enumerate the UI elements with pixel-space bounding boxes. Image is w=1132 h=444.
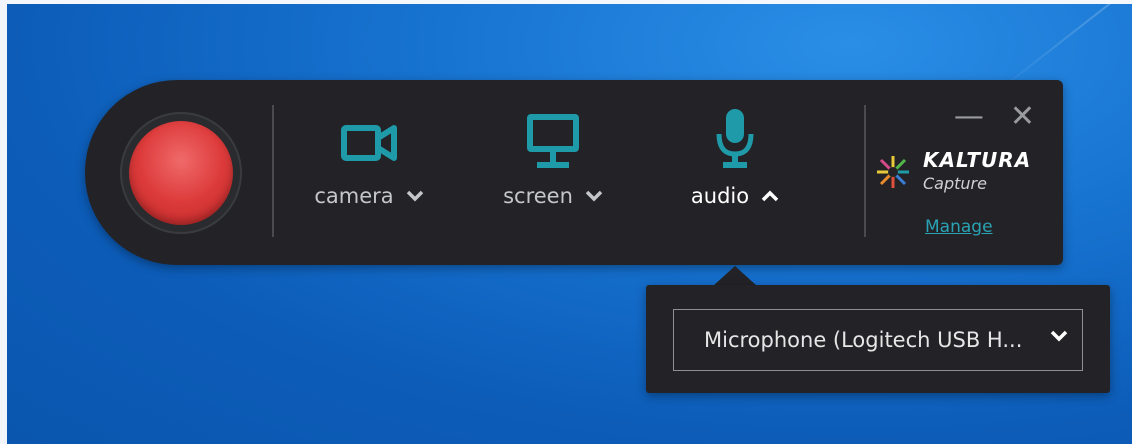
screen-source[interactable]: screen (478, 114, 628, 208)
chevron-down-icon[interactable] (406, 190, 424, 202)
record-button[interactable] (120, 112, 242, 234)
chevron-down-icon[interactable] (1050, 330, 1068, 342)
manage-link[interactable]: Manage (925, 217, 993, 237)
audio-device-popup: Microphone (Logitech USB H... (646, 285, 1110, 393)
camera-source[interactable]: camera (294, 122, 444, 208)
microphone-select-value[interactable]: Microphone (Logitech USB H... (704, 328, 1022, 352)
minimize-button[interactable]: — (954, 102, 984, 132)
logo-product-text: Capture (923, 174, 987, 193)
monitor-icon[interactable] (527, 114, 579, 172)
logo-brand-text: KALTURA (923, 148, 1032, 172)
desktop-left-edge (0, 0, 7, 444)
desktop-top-edge (0, 0, 1132, 4)
toolbar-divider (864, 105, 866, 237)
kaltura-burst-icon (877, 156, 909, 188)
chevron-up-icon[interactable] (761, 190, 779, 202)
camera-label[interactable]: camera (314, 184, 393, 208)
toolbar-divider (272, 105, 274, 237)
capture-toolbar: camera screen audio — ✕ KALTURA Capture … (85, 80, 1063, 265)
chevron-down-icon[interactable] (585, 190, 603, 202)
window-controls: — ✕ (954, 102, 1035, 132)
camera-icon[interactable] (341, 122, 397, 164)
microphone-select[interactable]: Microphone (Logitech USB H... (673, 309, 1083, 371)
record-icon[interactable] (129, 121, 233, 225)
microphone-icon[interactable] (715, 106, 755, 172)
audio-source[interactable]: audio (660, 109, 810, 208)
screen-label[interactable]: screen (503, 184, 573, 208)
close-button[interactable]: ✕ (1010, 102, 1035, 132)
popup-caret (713, 266, 757, 286)
audio-label[interactable]: audio (691, 184, 749, 208)
